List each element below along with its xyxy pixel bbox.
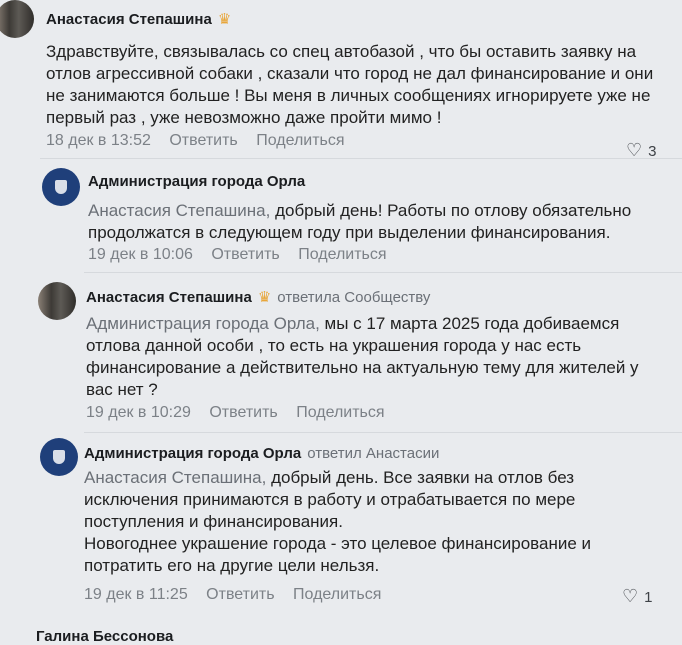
divider [84, 272, 682, 273]
mention-link[interactable]: Администрация города Орла, [86, 314, 320, 333]
coat-of-arms-icon [55, 180, 67, 194]
comment-text: Анастасия Степашина, добрый день! Работы… [88, 200, 648, 244]
comment-meta: 18 дек в 13:52 Ответить Поделиться [46, 132, 359, 150]
author-name[interactable]: Администрация города Орла [88, 173, 305, 190]
author-name[interactable]: Анастасия Степашина [86, 289, 252, 306]
comment-date[interactable]: 19 дек в 11:25 [84, 586, 188, 603]
share-button[interactable]: Поделиться [293, 586, 381, 603]
avatar[interactable] [38, 282, 76, 320]
coat-of-arms-icon [53, 450, 65, 464]
reply-to-label[interactable]: ответил Анастасии [307, 445, 439, 462]
crown-icon: ♛ [217, 11, 232, 28]
like-count: 1 [644, 589, 653, 606]
divider [84, 432, 682, 433]
comment-meta: 19 дек в 10:29 Ответить Поделиться [86, 404, 399, 422]
author-name[interactable]: Администрация города Орла [84, 445, 301, 462]
comment-author[interactable]: Администрация города Орла ответил Анастас… [84, 445, 439, 462]
reply-to-label[interactable]: ответила Сообществу [277, 289, 430, 306]
reply-button[interactable]: Ответить [209, 404, 277, 421]
avatar[interactable] [42, 168, 80, 206]
share-button[interactable]: Поделиться [298, 246, 386, 263]
heart-icon: ♡ [626, 140, 643, 160]
comment-text: Администрация города Орла, мы с 17 марта… [86, 313, 656, 401]
comment-date[interactable]: 19 дек в 10:06 [88, 246, 193, 263]
comment-author[interactable]: Анастасия Степашина ♛ ответила Сообществу [86, 288, 430, 306]
comment-meta: 19 дек в 10:06 Ответить Поделиться [88, 246, 401, 264]
reply-button[interactable]: Ответить [169, 132, 237, 149]
comment-date[interactable]: 19 дек в 10:29 [86, 404, 191, 421]
divider [40, 158, 682, 159]
crown-icon: ♛ [257, 289, 272, 306]
avatar[interactable] [0, 0, 34, 38]
comment-text: Здравствуйте, связывалась со спец автоба… [46, 42, 654, 127]
share-button[interactable]: Поделиться [256, 132, 344, 149]
mention-link[interactable]: Анастасия Степашина, [84, 468, 266, 487]
comment-author[interactable]: Анастасия Степашина ♛ [46, 10, 231, 28]
comment-meta: 19 дек в 11:25 Ответить Поделиться [84, 586, 395, 604]
like-button[interactable]: ♡ 1 [622, 586, 652, 607]
author-name[interactable]: Анастасия Степашина [46, 11, 212, 28]
mention-link[interactable]: Анастасия Степашина, [88, 201, 270, 220]
comment-date[interactable]: 18 дек в 13:52 [46, 132, 151, 149]
avatar[interactable] [40, 438, 78, 476]
reply-button[interactable]: Ответить [211, 246, 279, 263]
share-button[interactable]: Поделиться [296, 404, 384, 421]
reply-button[interactable]: Ответить [206, 586, 274, 603]
heart-icon: ♡ [622, 586, 639, 606]
comment-body-2: Новогоднее украшение города - это целево… [84, 534, 592, 575]
comment-author[interactable]: Администрация города Орла [88, 173, 305, 190]
next-comment-author[interactable]: Галина Бессонова [36, 628, 173, 645]
comment-text: Анастасия Степашина, добрый день. Все за… [84, 467, 634, 577]
